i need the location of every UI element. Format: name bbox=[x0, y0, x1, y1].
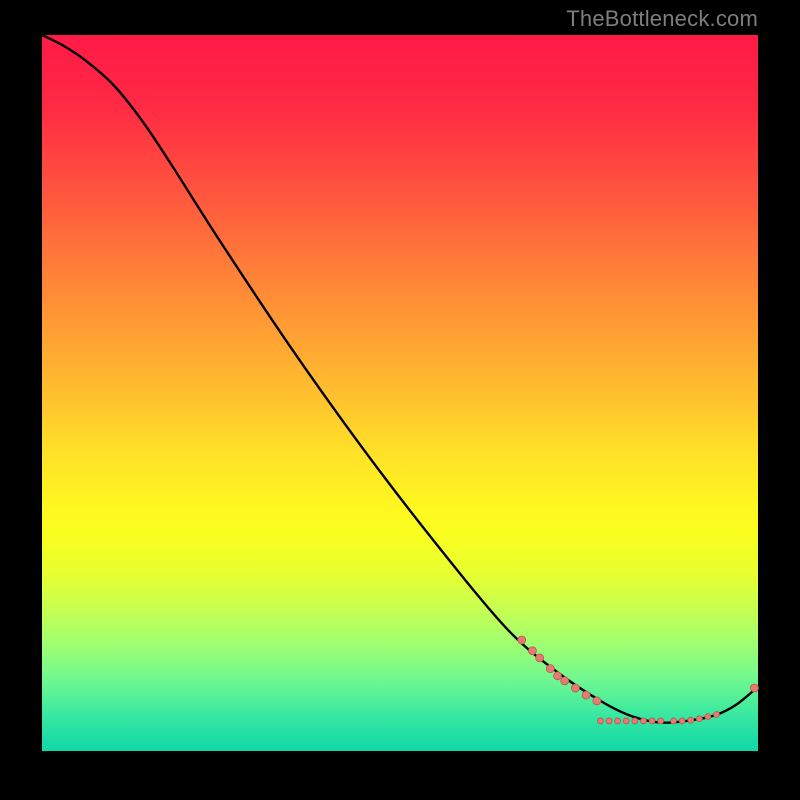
marker-dot bbox=[597, 718, 603, 724]
marker-dot bbox=[561, 677, 569, 685]
marker-dot bbox=[649, 718, 655, 724]
marker-dot bbox=[536, 654, 544, 662]
marker-dots bbox=[518, 636, 759, 724]
marker-dot bbox=[615, 718, 621, 724]
chart-overlay bbox=[42, 35, 758, 751]
marker-dot bbox=[582, 691, 590, 699]
marker-dot bbox=[640, 718, 646, 724]
marker-dot bbox=[679, 718, 685, 724]
marker-dot bbox=[696, 716, 702, 722]
marker-dot bbox=[528, 647, 536, 655]
marker-dot bbox=[750, 684, 758, 692]
marker-dot bbox=[571, 684, 579, 692]
marker-dot bbox=[554, 672, 562, 680]
marker-dot bbox=[713, 711, 719, 717]
watermark-text: TheBottleneck.com bbox=[566, 6, 758, 32]
curve-line bbox=[42, 35, 758, 723]
marker-dot bbox=[606, 718, 612, 724]
marker-dot bbox=[671, 718, 677, 724]
marker-dot bbox=[546, 665, 554, 673]
marker-dot bbox=[593, 697, 601, 705]
marker-dot bbox=[623, 718, 629, 724]
marker-dot bbox=[632, 718, 638, 724]
marker-dot bbox=[705, 714, 711, 720]
marker-dot bbox=[518, 636, 526, 644]
marker-dot bbox=[658, 718, 664, 724]
marker-dot bbox=[688, 717, 694, 723]
chart-frame: TheBottleneck.com bbox=[0, 0, 800, 800]
